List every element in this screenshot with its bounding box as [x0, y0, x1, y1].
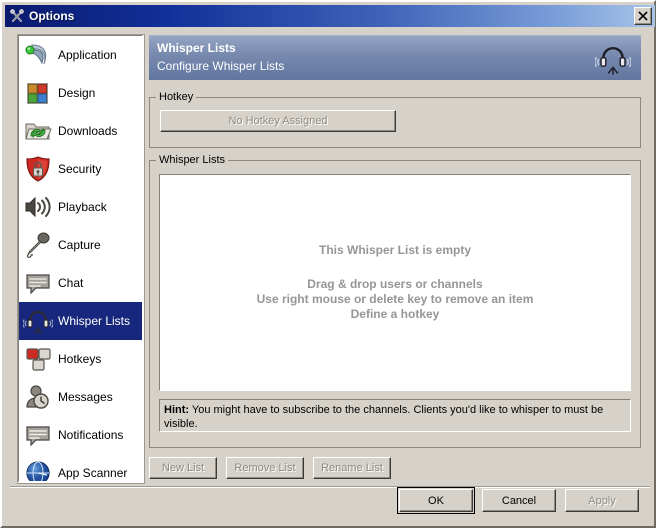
headset-icon: [22, 306, 54, 336]
sidebar-item-chat[interactable]: Chat: [19, 264, 142, 302]
title-bar: Options: [5, 5, 655, 27]
empty-state-line-2: Use right mouse or delete key to remove …: [256, 292, 534, 306]
hotkey-group: Hotkey No Hotkey Assigned: [149, 91, 641, 148]
sidebar-item-design[interactable]: Design: [19, 74, 142, 112]
sidebar-item-capture[interactable]: Capture: [19, 226, 142, 264]
sidebar-item-messages[interactable]: Messages: [19, 378, 142, 416]
sidebar-item-label: Whisper Lists: [58, 314, 131, 328]
sidebar-item-playback[interactable]: Playback: [19, 188, 142, 226]
new-list-button[interactable]: New List: [149, 457, 217, 479]
apply-button[interactable]: Apply: [565, 489, 639, 512]
ok-button[interactable]: OK: [397, 487, 475, 514]
empty-state-line-1: Drag & drop users or channels: [307, 277, 483, 291]
page-title: Whisper Lists: [157, 41, 236, 55]
application-icon: [23, 40, 53, 70]
whisper-lists-group: Whisper Lists This Whisper List is empty…: [149, 154, 641, 448]
remove-list-button[interactable]: Remove List: [226, 457, 304, 479]
notifications-icon: [23, 420, 53, 450]
options-dialog: Options Application Design Downloads Sec…: [0, 0, 656, 528]
tools-icon: [9, 8, 25, 24]
sidebar-item-label: Application: [58, 48, 117, 62]
hint-label: Hint:: [164, 404, 190, 416]
rename-list-button[interactable]: Rename List: [313, 457, 391, 479]
security-icon: [23, 154, 53, 184]
sidebar-item-security[interactable]: Security: [19, 150, 142, 188]
capture-icon: [23, 230, 53, 260]
sidebar-item-application[interactable]: Application: [19, 36, 142, 74]
page-subtitle: Configure Whisper Lists: [157, 59, 285, 73]
sidebar-item-label: Playback: [58, 200, 107, 214]
hotkey-assign-button[interactable]: No Hotkey Assigned: [160, 110, 396, 132]
hotkeys-icon: [23, 344, 53, 374]
sidebar-item-label: Messages: [58, 390, 113, 404]
sidebar-item-label: Hotkeys: [58, 352, 102, 366]
hint-text: You might have to subscribe to the chann…: [164, 404, 604, 430]
sidebar-item-notifications[interactable]: Notifications: [19, 416, 142, 454]
sidebar-item-label: Notifications: [58, 428, 124, 442]
sidebar-item-app-scanner[interactable]: App Scanner: [19, 454, 142, 481]
hint-box: Hint: You might have to subscribe to the…: [159, 399, 631, 432]
playback-icon: [23, 192, 53, 222]
headset-icon: [594, 41, 632, 77]
sidebar-item-downloads[interactable]: Downloads: [19, 112, 142, 150]
whisper-lists-group-legend: Whisper Lists: [156, 154, 229, 166]
close-icon[interactable]: [634, 7, 652, 25]
messages-icon: [23, 382, 53, 412]
sidebar-item-label: Design: [58, 86, 96, 100]
sidebar-item-whisper-lists[interactable]: Whisper Lists: [19, 302, 142, 340]
chat-icon: [23, 268, 53, 298]
window-title: Options: [29, 9, 75, 23]
sidebar-item-label: App Scanner: [58, 466, 128, 480]
cancel-button[interactable]: Cancel: [482, 489, 556, 512]
empty-state-line-3: Define a hotkey: [350, 307, 440, 321]
empty-state-title: This Whisper List is empty: [318, 243, 472, 257]
sidebar-item-hotkeys[interactable]: Hotkeys: [19, 340, 142, 378]
sidebar-item-label: Chat: [58, 276, 84, 290]
sidebar-item-label: Downloads: [58, 124, 118, 138]
downloads-icon: [23, 116, 53, 146]
page-header: Whisper Lists Configure Whisper Lists: [149, 35, 641, 80]
sidebar-item-label: Security: [58, 162, 102, 176]
app-scanner-icon: [23, 458, 53, 481]
hotkey-group-legend: Hotkey: [156, 91, 197, 103]
sidebar-item-label: Capture: [58, 238, 101, 252]
design-icon: [23, 78, 53, 108]
footer-divider: [10, 486, 650, 488]
whisper-list-box[interactable]: This Whisper List is empty Drag & drop u…: [159, 174, 631, 391]
sidebar-nav[interactable]: Application Design Downloads Security Pl…: [18, 35, 143, 482]
